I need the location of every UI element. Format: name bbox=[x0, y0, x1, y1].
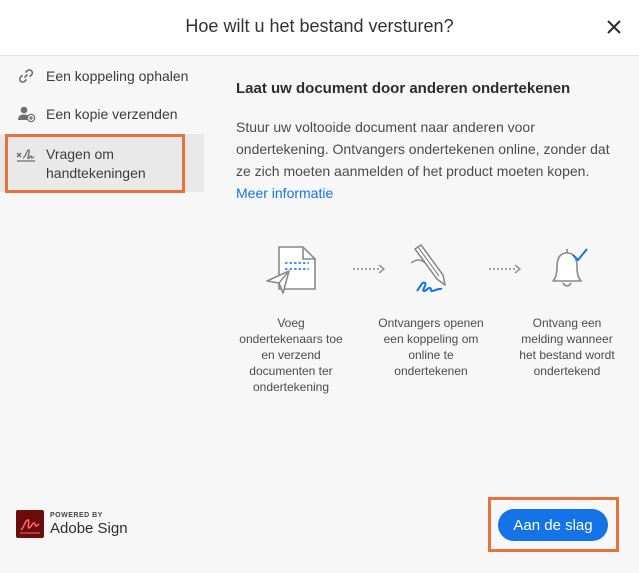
sidebar-item-send-copy[interactable]: Een kopie verzenden bbox=[0, 94, 204, 134]
bell-check-icon bbox=[552, 248, 588, 287]
close-icon[interactable] bbox=[603, 16, 625, 38]
brand-name: Adobe Sign bbox=[50, 519, 128, 537]
get-started-button[interactable]: Aan de slag bbox=[498, 509, 608, 541]
add-person-icon bbox=[18, 106, 36, 123]
description-text: Stuur uw voltooide document naar anderen… bbox=[236, 119, 610, 179]
step-notify: Ontvang een melding wanneer het bestand … bbox=[512, 241, 622, 379]
step-text: Ontvangers openen een koppeling om onlin… bbox=[378, 316, 484, 378]
pen-sign-icon bbox=[410, 244, 446, 293]
powered-by-label: POWERED BY bbox=[50, 511, 103, 519]
panel-description: Stuur uw voltooide document naar anderen… bbox=[236, 116, 616, 204]
sidebar: Een koppeling ophalen Een kopie verzende… bbox=[0, 56, 204, 573]
step-text: Ontvang een melding wanneer het bestand … bbox=[519, 316, 615, 378]
sidebar-item-label: Een kopie verzenden bbox=[46, 106, 178, 122]
step-sign: Ontvangers openen een koppeling om onlin… bbox=[376, 241, 486, 379]
sidebar-item-label: Vragen om handtekeningen bbox=[46, 146, 146, 181]
steps-illustration: Voeg ondertekenaars toe en verzend docum… bbox=[236, 241, 626, 411]
logo-text: POWERED BY Adobe Sign bbox=[50, 512, 128, 537]
sidebar-item-request-signatures[interactable]: Vragen om handtekeningen bbox=[0, 134, 204, 192]
adobe-sign-logo: POWERED BY Adobe Sign bbox=[16, 510, 128, 538]
more-info-link[interactable]: Meer informatie bbox=[236, 185, 333, 201]
link-icon bbox=[18, 69, 34, 83]
signature-icon bbox=[16, 149, 35, 162]
panel-heading: Laat uw document door anderen onderteken… bbox=[236, 80, 571, 97]
step-send: Voeg ondertekenaars toe en verzend docum… bbox=[236, 241, 346, 395]
main-panel: Laat uw document door anderen onderteken… bbox=[204, 56, 639, 573]
dialog-header: Hoe wilt u het bestand versturen? bbox=[0, 0, 639, 56]
sidebar-item-label: Een koppeling ophalen bbox=[46, 68, 189, 84]
adobe-sign-mark-icon bbox=[16, 510, 44, 538]
send-dialog: Hoe wilt u het bestand versturen? Een ko… bbox=[0, 0, 639, 573]
dialog-title: Hoe wilt u het bestand versturen? bbox=[185, 16, 454, 36]
send-document-icon bbox=[266, 246, 316, 294]
sidebar-item-get-link[interactable]: Een koppeling ophalen bbox=[0, 56, 204, 96]
step-text: Voeg ondertekenaars toe en verzend docum… bbox=[239, 316, 343, 394]
